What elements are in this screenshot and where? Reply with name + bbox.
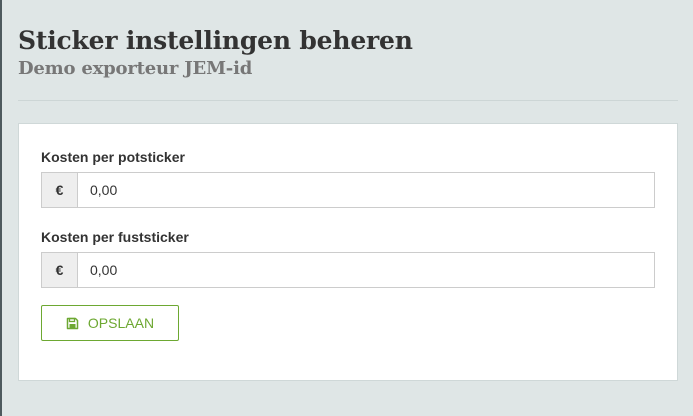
fuststicker-cost-label: Kosten per fuststicker — [41, 229, 189, 245]
page-subtitle: Demo exporteur JEM-id — [18, 58, 253, 79]
potsticker-cost-group: € — [41, 172, 655, 208]
settings-panel: Kosten per potsticker € Kosten per fusts… — [18, 123, 678, 381]
page-title: Sticker instellingen beheren — [18, 26, 413, 55]
header-divider — [18, 100, 678, 101]
window-edge — [0, 0, 2, 416]
fuststicker-cost-input[interactable] — [77, 252, 655, 288]
euro-addon: € — [41, 172, 77, 208]
euro-addon: € — [41, 252, 77, 288]
save-icon — [66, 317, 79, 330]
save-button[interactable]: OPSLAAN — [41, 305, 179, 341]
fuststicker-cost-group: € — [41, 252, 655, 288]
page-header: Sticker instellingen beheren Demo export… — [18, 24, 413, 80]
save-button-label: OPSLAAN — [87, 315, 155, 331]
potsticker-cost-input[interactable] — [77, 172, 655, 208]
potsticker-cost-label: Kosten per potsticker — [41, 149, 185, 165]
